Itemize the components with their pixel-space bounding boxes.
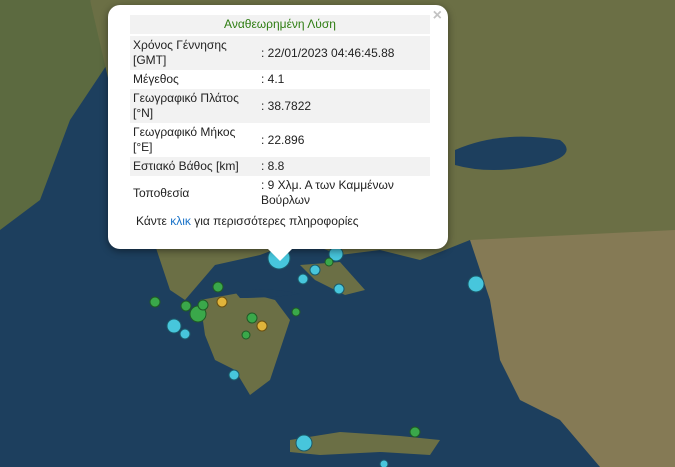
earthquake-marker[interactable] (180, 300, 192, 312)
earthquake-marker[interactable] (216, 296, 228, 308)
earthquake-info-popup: × Αναθεωρημένη Λύση Χρόνος Γέννησης [GMT… (108, 5, 448, 261)
info-row: Χρόνος Γέννησης [GMT]: 22/01/2023 04:46:… (130, 36, 430, 70)
earthquake-marker[interactable] (379, 459, 389, 467)
info-label: Γεωγραφικό Πλάτος [°N] (130, 89, 258, 123)
earthquake-info-table: Χρόνος Γέννησης [GMT]: 22/01/2023 04:46:… (130, 36, 430, 210)
info-label: Μέγεθος (133, 72, 179, 86)
earthquake-marker[interactable] (295, 434, 313, 452)
close-icon[interactable]: × (433, 7, 442, 25)
info-label: Εστιακό Βάθος [km] (130, 157, 258, 176)
info-value: : 4.1 (261, 72, 285, 86)
info-label: Τοποθεσία (133, 185, 190, 200)
info-value: : 9 Χλμ. Α των Καμμένων Βούρλων (261, 178, 394, 207)
earthquake-marker[interactable] (197, 299, 209, 311)
info-label: Χρόνος Γέννησης [GMT] (130, 36, 258, 70)
footer-text-post: για περισσότερες πληροφορίες (190, 214, 359, 228)
earthquake-marker[interactable] (241, 330, 251, 340)
popup-title: Αναθεωρημένη Λύση (130, 15, 430, 34)
info-value: : 22.896 (261, 132, 305, 147)
earthquake-marker[interactable] (324, 257, 334, 267)
earthquake-marker[interactable] (291, 307, 301, 317)
earthquake-marker[interactable] (149, 296, 161, 308)
earthquake-marker[interactable] (246, 312, 258, 324)
popup-pointer (268, 249, 292, 261)
info-value: : 22/01/2023 04:46:45.88 (258, 36, 430, 70)
earthquake-marker[interactable] (166, 318, 182, 334)
earthquake-marker[interactable] (409, 426, 421, 438)
info-value: : 8.8 (258, 157, 430, 176)
earthquake-marker[interactable] (212, 281, 224, 293)
earthquake-marker[interactable] (467, 275, 485, 293)
earthquake-marker[interactable] (256, 320, 268, 332)
earthquake-marker[interactable] (297, 273, 309, 285)
info-label: Γεωγραφικό Μήκος [°E] (133, 125, 236, 154)
info-row: Γεωγραφικό Πλάτος [°N]: 38.7822 (130, 89, 430, 123)
info-row: Εστιακό Βάθος [km]: 8.8 (130, 157, 430, 176)
info-value: : 38.7822 (258, 89, 430, 123)
earthquake-marker[interactable] (179, 328, 191, 340)
earthquake-marker[interactable] (309, 264, 321, 276)
earthquake-marker[interactable] (228, 369, 240, 381)
info-row: Γεωγραφικό Μήκος [°E] : 22.896 (130, 123, 430, 157)
footer-text-pre: Κάντε (136, 214, 171, 228)
popup-footer: Κάντε κλικ για περισσότερες πληροφορίες (130, 214, 430, 228)
more-info-link[interactable]: κλικ (170, 214, 191, 228)
info-row: Τοποθεσία : 9 Χλμ. Α των Καμμένων Βούρλων (130, 176, 430, 210)
info-row: Μέγεθος : 4.1 (130, 70, 430, 89)
earthquake-marker[interactable] (333, 283, 345, 295)
